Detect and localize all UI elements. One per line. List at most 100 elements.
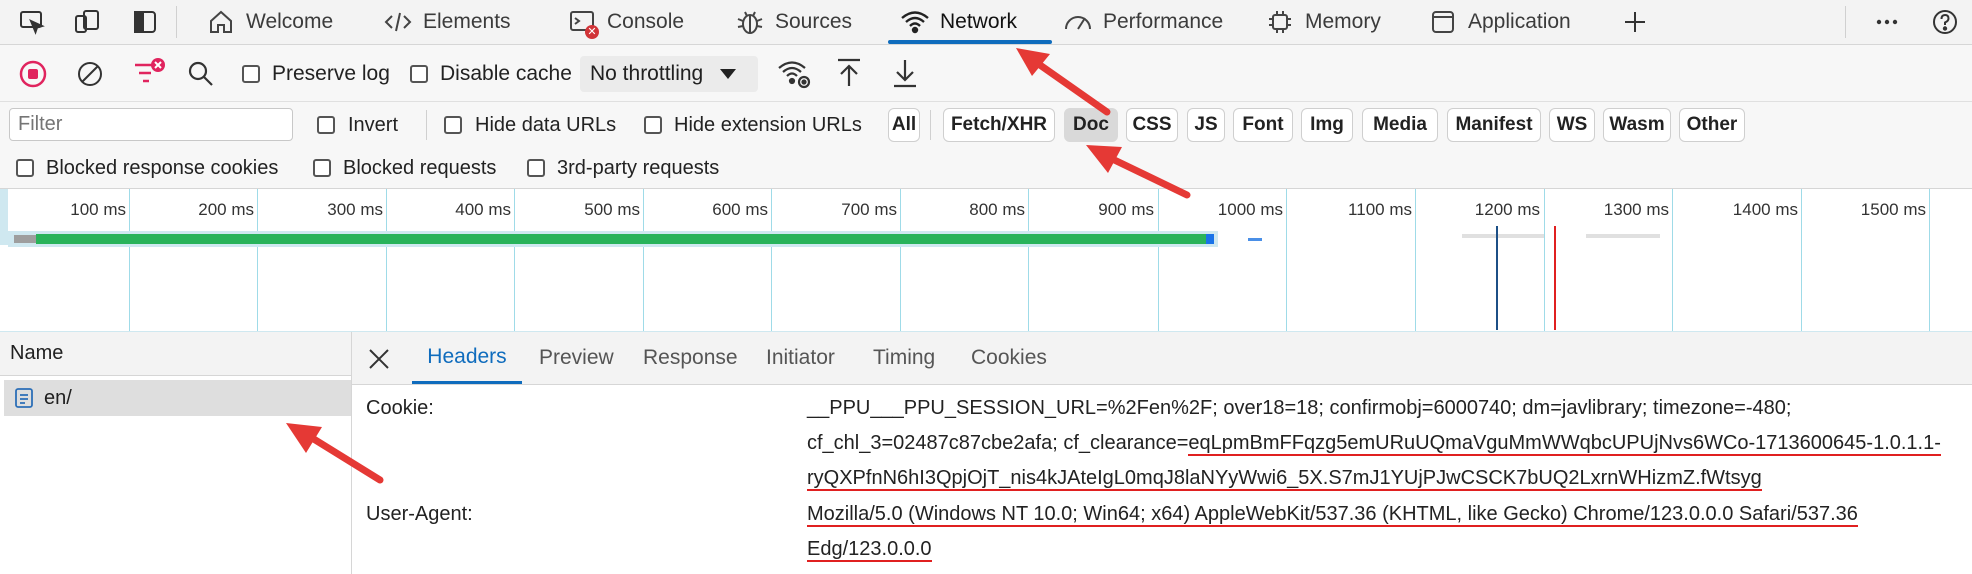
- grid-line: [1028, 189, 1029, 331]
- tab-label: Memory: [1305, 10, 1381, 33]
- type-filter-manifest[interactable]: Manifest: [1447, 108, 1541, 142]
- hide-data-urls-checkbox[interactable]: [444, 116, 462, 134]
- time-tick: 800 ms: [969, 200, 1025, 219]
- tab-headers[interactable]: Headers: [412, 332, 522, 384]
- tab-network[interactable]: Network: [888, 0, 1052, 44]
- annotation-arrow-network: [1016, 48, 1111, 116]
- import-har-icon[interactable]: [834, 56, 864, 90]
- tab-label: Sources: [775, 10, 853, 33]
- grid-line: [1286, 189, 1287, 331]
- time-tick: 700 ms: [841, 200, 897, 219]
- blocked-requests-label: Blocked requests: [343, 157, 497, 179]
- tab-cookies[interactable]: Cookies: [971, 332, 1047, 384]
- cf-clearance-value: eqLpmBmFFqzg5emURuUQmaVguMmWWqbcUPUjNvs6…: [1188, 432, 1941, 456]
- tab-label: Welcome: [246, 10, 334, 33]
- dom-content-loaded-marker: [1496, 226, 1498, 330]
- tab-timing[interactable]: Timing: [873, 332, 935, 384]
- code-icon: [383, 7, 413, 37]
- request-bar-end: [1206, 234, 1214, 244]
- blocked-requests-checkbox[interactable]: [313, 159, 331, 177]
- grid-line: [643, 189, 644, 331]
- clear-icon[interactable]: [75, 59, 105, 89]
- add-tab-icon[interactable]: [1619, 6, 1651, 38]
- app-icon: [1428, 7, 1458, 37]
- type-filter-img[interactable]: Img: [1301, 108, 1353, 142]
- grid-line: [771, 189, 772, 331]
- time-tick: 1100 ms: [1348, 200, 1412, 219]
- load-event-marker: [1554, 226, 1556, 330]
- type-filter-media[interactable]: Media: [1362, 108, 1438, 142]
- tab-elements[interactable]: Elements: [383, 0, 511, 44]
- type-filter-font[interactable]: Font: [1233, 108, 1293, 142]
- tab-label: Performance: [1103, 10, 1224, 33]
- grid-line: [1672, 189, 1673, 331]
- disable-cache-checkbox[interactable]: [410, 65, 428, 83]
- chevron-down-icon: [720, 69, 737, 79]
- time-tick: 1200 ms: [1474, 200, 1540, 219]
- time-tick: 400 ms: [455, 200, 511, 219]
- annotation-arrow-request: [286, 423, 384, 484]
- tab-sources[interactable]: Sources: [735, 0, 852, 44]
- toggle-sidebar-icon[interactable]: [129, 6, 161, 38]
- more-options-icon[interactable]: [1871, 6, 1903, 38]
- type-filter-ws[interactable]: WS: [1549, 108, 1595, 142]
- close-icon[interactable]: [366, 346, 392, 372]
- throttling-select[interactable]: No throttling: [580, 56, 758, 92]
- tab-label: Elements: [423, 10, 511, 33]
- tab-memory[interactable]: Memory: [1265, 0, 1381, 44]
- console-icon: ✕: [567, 7, 599, 39]
- preserve-log-label: Preserve log: [272, 62, 390, 85]
- tab-label: Application: [1468, 10, 1571, 33]
- grid-line: [1801, 189, 1802, 331]
- document-icon: [15, 388, 33, 408]
- grid-line: [900, 189, 901, 331]
- time-tick: 1400 ms: [1732, 200, 1798, 219]
- grid-line: [129, 189, 130, 331]
- export-har-icon[interactable]: [890, 56, 920, 90]
- divider: [176, 6, 177, 38]
- third-party-requests-checkbox[interactable]: [527, 159, 545, 177]
- tab-performance[interactable]: Performance: [1063, 0, 1223, 44]
- invert-label: Invert: [348, 114, 399, 136]
- request-bar-gray: [1462, 234, 1544, 238]
- tab-application[interactable]: Application: [1428, 0, 1571, 44]
- type-filter-wasm[interactable]: Wasm: [1603, 108, 1671, 142]
- blocked-response-cookies-label: Blocked response cookies: [46, 157, 279, 179]
- tab-label: Console: [607, 10, 685, 33]
- invert-checkbox[interactable]: [317, 116, 335, 134]
- time-tick: 500 ms: [584, 200, 640, 219]
- hide-extension-urls-checkbox[interactable]: [644, 116, 662, 134]
- tab-response[interactable]: Response: [643, 332, 738, 384]
- time-tick: 1300 ms: [1603, 200, 1669, 219]
- blocked-response-cookies-checkbox[interactable]: [16, 159, 34, 177]
- tab-welcome[interactable]: Welcome: [206, 0, 333, 44]
- time-tick: 600 ms: [712, 200, 768, 219]
- tab-initiator[interactable]: Initiator: [766, 332, 835, 384]
- network-conditions-icon[interactable]: [776, 57, 812, 91]
- tab-preview[interactable]: Preview: [539, 332, 614, 384]
- request-row[interactable]: en/: [4, 380, 351, 416]
- name-column-header[interactable]: Name: [0, 332, 351, 376]
- divider: [1845, 6, 1846, 38]
- inspect-element-icon[interactable]: [16, 6, 48, 38]
- header-value-user-agent: Edg/123.0.0.0: [807, 538, 932, 562]
- throttling-value: No throttling: [590, 62, 704, 85]
- filter-input[interactable]: [9, 108, 293, 141]
- type-filter-all[interactable]: All: [888, 108, 920, 142]
- search-icon[interactable]: [186, 59, 216, 89]
- preserve-log-checkbox[interactable]: [242, 65, 260, 83]
- request-bar-download: [36, 234, 1212, 244]
- type-filter-other[interactable]: Other: [1679, 108, 1745, 142]
- filter-funnel-icon[interactable]: [131, 56, 167, 90]
- error-badge-icon: ✕: [585, 25, 599, 39]
- timeline-left-handle[interactable]: [0, 189, 8, 245]
- wifi-icon: [900, 7, 930, 37]
- tab-console[interactable]: ✕ Console: [567, 0, 684, 44]
- help-icon[interactable]: [1929, 6, 1961, 38]
- user-agent-value: Edg/123.0.0.0: [807, 538, 932, 562]
- stop-recording-button[interactable]: [18, 59, 48, 89]
- divider: [426, 110, 427, 140]
- device-emulation-icon[interactable]: [71, 6, 103, 38]
- tab-label: Network: [940, 10, 1018, 33]
- divider: [930, 110, 931, 140]
